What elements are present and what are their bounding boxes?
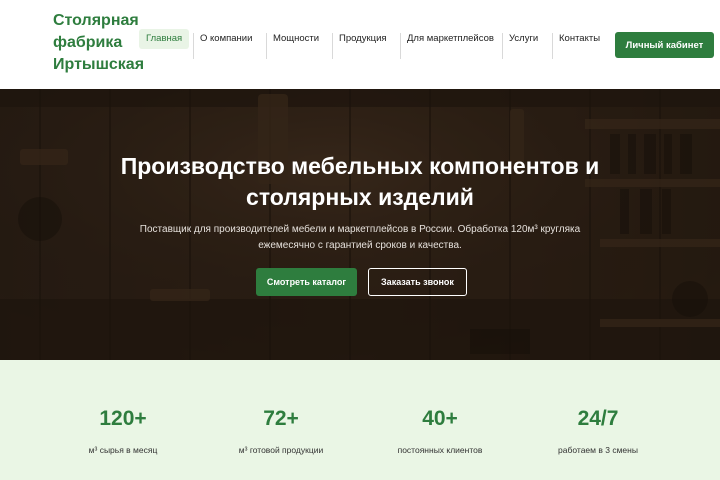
stat-value: 120+	[99, 407, 147, 430]
hero-section: Производство мебельных компонентов и сто…	[0, 89, 720, 360]
personal-account-button[interactable]: Личный кабинет	[615, 32, 714, 58]
stats-section: 120+ м³ сырья в месяц 72+ м³ готовой про…	[0, 360, 720, 480]
nav-item-about[interactable]: О компании	[193, 29, 259, 49]
stat-label: постоянных клиентов	[397, 445, 483, 455]
stat-item: 72+ м³ готовой продукции	[201, 406, 361, 456]
brand-logo[interactable]: Столярная фабрика Иртышская	[53, 10, 144, 76]
hero-title: Производство мебельных компонентов и сто…	[0, 151, 720, 213]
hero-subtitle: Поставщик для производителей мебели и ма…	[0, 222, 720, 254]
site-header: Столярная фабрика Иртышская Главная О ко…	[0, 0, 720, 89]
view-catalog-button[interactable]: Смотреть каталог	[256, 268, 357, 296]
stat-value: 40+	[422, 407, 458, 430]
stat-item: 40+ постоянных клиентов	[360, 406, 520, 456]
hero-title-line-2: столярных изделий	[246, 184, 474, 210]
hero-title-line-1: Производство мебельных компонентов и	[120, 153, 600, 179]
stat-item: 120+ м³ сырья в месяц	[43, 406, 203, 456]
stat-item: 24/7 работаем в 3 смены	[518, 406, 678, 456]
nav-item-services[interactable]: Услуги	[502, 29, 545, 49]
stat-value: 24/7	[577, 407, 619, 430]
nav-item-home[interactable]: Главная	[139, 29, 190, 49]
brand-line-3: Иртышская	[53, 56, 145, 73]
nav-item-contacts[interactable]: Контакты	[552, 29, 607, 49]
hero-subtitle-line-1: Поставщик для производителей мебели и ма…	[139, 224, 581, 235]
stat-value: 72+	[263, 407, 299, 430]
brand-line-1: Столярная	[53, 12, 139, 29]
brand-line-2: фабрика	[53, 34, 123, 51]
nav-item-capacity[interactable]: Мощности	[266, 29, 326, 49]
nav-item-products[interactable]: Продукция	[332, 29, 394, 49]
stat-label: работаем в 3 смены	[558, 445, 638, 455]
hero-subtitle-line-2: ежемесячно с гарантией сроков и качества…	[258, 240, 462, 251]
stat-label: м³ сырья в месяц	[88, 445, 158, 455]
nav-item-marketplaces[interactable]: Для маркетплейсов	[400, 29, 501, 49]
request-call-button[interactable]: Заказать звонок	[368, 268, 467, 296]
stat-label: м³ готовой продукции	[238, 445, 324, 455]
